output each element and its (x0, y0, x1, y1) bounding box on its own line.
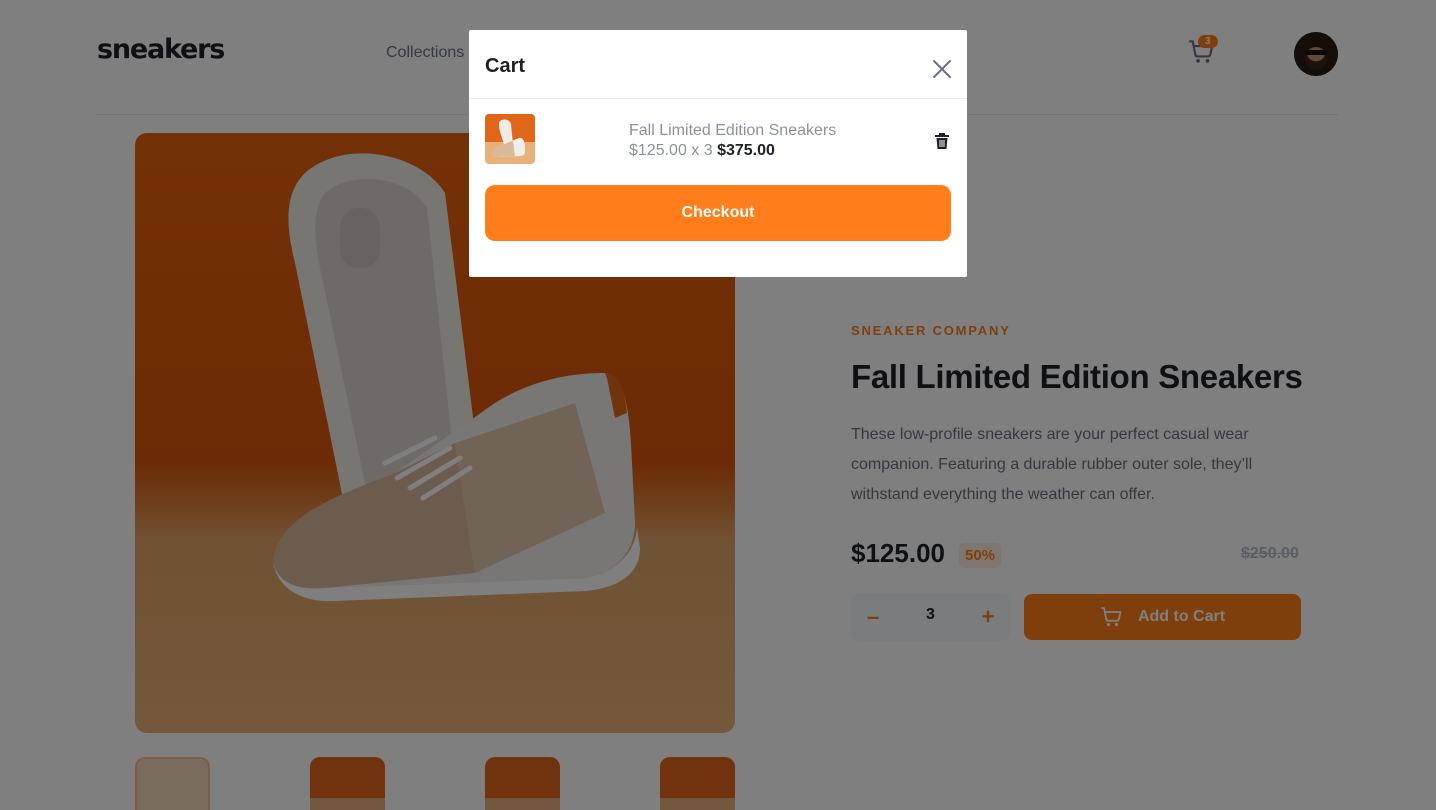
cart-item-thumbnail (485, 114, 535, 164)
checkout-button[interactable]: Checkout (485, 185, 951, 241)
cart-divider (469, 98, 967, 99)
cart-modal: Cart Fall Limited Edition Sneakers $125.… (469, 30, 967, 277)
trash-icon[interactable] (935, 133, 949, 149)
cart-item-price: $125.00 x 3 $375.00 (629, 142, 775, 160)
close-icon[interactable] (931, 58, 953, 80)
cart-item-unit-qty: $125.00 x 3 (629, 142, 713, 159)
cart-item-name: Fall Limited Edition Sneakers (629, 122, 837, 139)
cart-item-total: $375.00 (717, 142, 775, 159)
cart-title: Cart (485, 55, 526, 77)
